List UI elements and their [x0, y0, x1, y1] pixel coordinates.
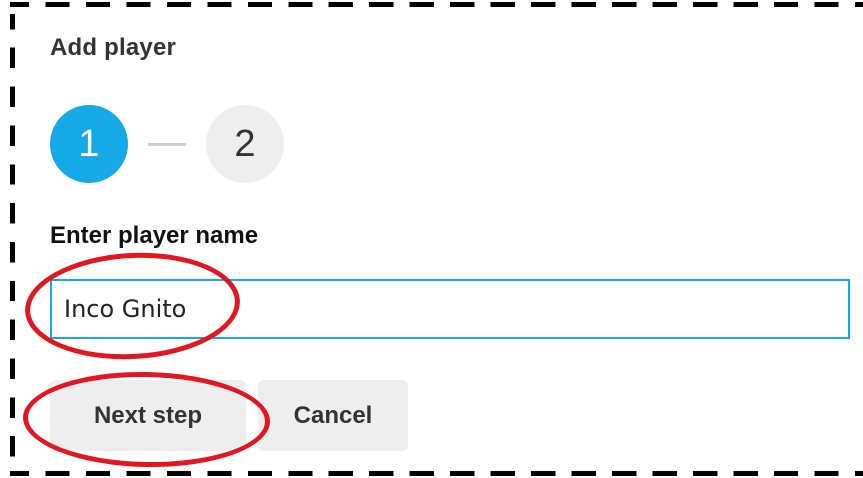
player-name-input[interactable] — [50, 279, 850, 339]
dashed-frame-bottom — [10, 471, 863, 476]
dashed-frame-left — [10, 14, 15, 474]
screenshot-page: Add player 1 2 Enter player name Next st… — [0, 0, 863, 478]
next-step-button[interactable]: Next step — [50, 380, 246, 451]
stepper: 1 2 — [50, 105, 284, 183]
player-name-label: Enter player name — [50, 222, 259, 249]
step-2-indicator: 2 — [206, 105, 284, 183]
step-1-indicator: 1 — [50, 105, 128, 183]
dashed-frame-top — [10, 2, 863, 7]
cancel-button[interactable]: Cancel — [258, 380, 408, 451]
dialog-title: Add player — [50, 34, 177, 61]
step-connector — [148, 142, 186, 146]
